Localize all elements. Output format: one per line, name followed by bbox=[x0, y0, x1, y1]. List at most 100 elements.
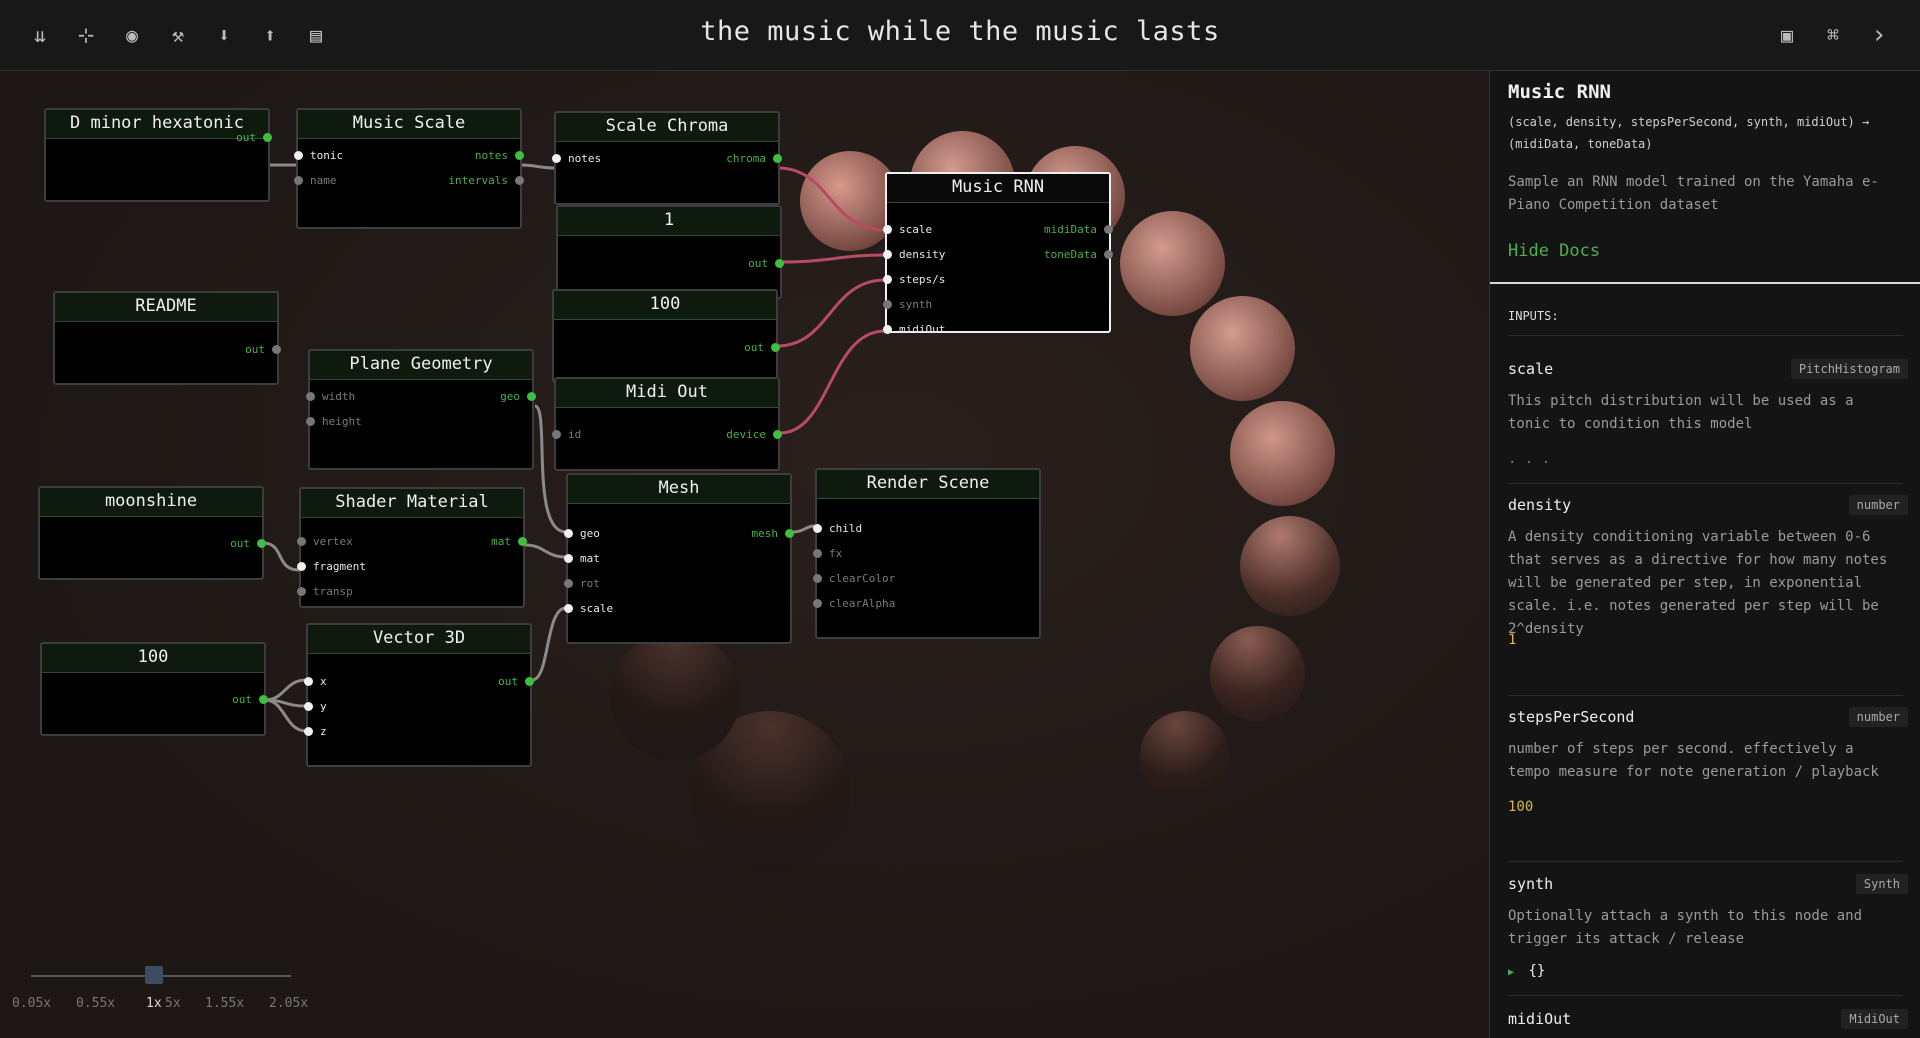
port-dot[interactable] bbox=[883, 275, 892, 284]
port-out[interactable]: toneData bbox=[1044, 248, 1113, 262]
port-in[interactable]: synth bbox=[883, 298, 932, 312]
node-readme[interactable]: README out bbox=[53, 291, 281, 385]
zoom-slider-handle[interactable] bbox=[145, 966, 163, 984]
param-value-object[interactable]: ▶ {} bbox=[1508, 963, 1908, 979]
port-dot[interactable] bbox=[773, 154, 782, 163]
port-out[interactable]: device bbox=[726, 428, 782, 442]
port-in[interactable]: scale bbox=[883, 223, 932, 237]
port-dot[interactable] bbox=[771, 343, 780, 352]
port-dot[interactable] bbox=[294, 151, 303, 160]
node-number-1[interactable]: 1 out bbox=[556, 205, 784, 299]
port-dot[interactable] bbox=[1104, 225, 1113, 234]
node-shader-material[interactable]: Shader Material vertex fragment transp m… bbox=[297, 487, 527, 608]
port-dot[interactable] bbox=[813, 524, 822, 533]
panel-icon[interactable]: ▣ bbox=[1772, 20, 1802, 50]
port-in[interactable]: tonic bbox=[294, 149, 343, 163]
zoom-label[interactable]: 5x bbox=[165, 996, 181, 1011]
port-dot[interactable] bbox=[552, 430, 561, 439]
node-d-minor-hexatonic[interactable]: D minor hexatonic out bbox=[44, 108, 272, 202]
port-dot[interactable] bbox=[813, 599, 822, 608]
node-music-rnn[interactable]: Music RNN scale density steps/s synth mi… bbox=[883, 172, 1113, 336]
port-dot[interactable] bbox=[304, 677, 313, 686]
zoom-label[interactable]: 2.05x bbox=[269, 996, 308, 1011]
port-out[interactable]: out bbox=[236, 131, 272, 145]
port-dot[interactable] bbox=[263, 133, 272, 142]
port-dot[interactable] bbox=[813, 549, 822, 558]
port-dot[interactable] bbox=[773, 430, 782, 439]
port-dot[interactable] bbox=[297, 562, 306, 571]
zoom-label-current[interactable]: 1x bbox=[146, 996, 162, 1011]
expand-triangle-icon[interactable]: ▶ bbox=[1508, 967, 1514, 978]
port-in[interactable]: clearColor bbox=[813, 572, 895, 586]
port-dot[interactable] bbox=[304, 702, 313, 711]
port-dot[interactable] bbox=[564, 579, 573, 588]
port-dot[interactable] bbox=[306, 392, 315, 401]
port-dot[interactable] bbox=[272, 345, 281, 354]
port-in[interactable]: clearAlpha bbox=[813, 597, 895, 611]
port-out[interactable]: midiData bbox=[1044, 223, 1113, 237]
port-in[interactable]: mat bbox=[564, 552, 600, 566]
port-dot[interactable] bbox=[297, 537, 306, 546]
port-dot[interactable] bbox=[297, 587, 306, 596]
port-out[interactable]: out bbox=[230, 537, 266, 551]
port-dot[interactable] bbox=[515, 176, 524, 185]
port-in[interactable]: y bbox=[304, 700, 327, 714]
port-out[interactable]: notes bbox=[475, 149, 524, 163]
port-dot[interactable] bbox=[525, 677, 534, 686]
port-out[interactable]: intervals bbox=[448, 174, 524, 188]
node-number-100[interactable]: 100 out bbox=[40, 642, 268, 736]
port-dot[interactable] bbox=[883, 250, 892, 259]
port-in[interactable]: fx bbox=[813, 547, 842, 561]
port-out[interactable]: mesh bbox=[752, 527, 794, 541]
port-in[interactable]: id bbox=[552, 428, 581, 442]
node-moonshine[interactable]: moonshine out bbox=[38, 486, 266, 580]
node-number-100[interactable]: 100 out bbox=[552, 289, 780, 383]
port-dot[interactable] bbox=[775, 259, 784, 268]
port-in[interactable]: child bbox=[813, 522, 862, 536]
command-icon[interactable]: ⌘ bbox=[1818, 20, 1848, 50]
port-out[interactable]: out bbox=[748, 257, 784, 271]
port-dot[interactable] bbox=[564, 529, 573, 538]
port-in[interactable]: density bbox=[883, 248, 945, 262]
port-dot[interactable] bbox=[1104, 250, 1113, 259]
port-in[interactable]: scale bbox=[564, 602, 613, 616]
zoom-label[interactable]: 0.05x bbox=[12, 996, 51, 1011]
port-out[interactable]: geo bbox=[500, 390, 536, 404]
port-in[interactable]: rot bbox=[564, 577, 600, 591]
port-in[interactable]: width bbox=[306, 390, 355, 404]
port-out[interactable]: chroma bbox=[726, 152, 782, 166]
node-midi-out[interactable]: Midi Out id device bbox=[552, 377, 782, 471]
port-in[interactable]: transp bbox=[297, 585, 353, 599]
port-out[interactable]: mat bbox=[491, 535, 527, 549]
port-dot[interactable] bbox=[813, 574, 822, 583]
port-dot[interactable] bbox=[883, 225, 892, 234]
node-render-scene[interactable]: Render Scene child fx clearColor clearAl… bbox=[813, 468, 1041, 639]
node-plane-geometry[interactable]: Plane Geometry width height geo bbox=[306, 349, 536, 470]
port-out[interactable]: out bbox=[498, 675, 534, 689]
node-scale-chroma[interactable]: Scale Chroma notes chroma bbox=[552, 111, 782, 205]
port-dot[interactable] bbox=[257, 539, 266, 548]
port-dot[interactable] bbox=[518, 537, 527, 546]
zoom-label[interactable]: 0.55x bbox=[76, 996, 115, 1011]
port-out[interactable]: out bbox=[232, 693, 268, 707]
node-music-scale[interactable]: Music Scale tonic name notes intervals bbox=[294, 108, 524, 229]
port-in[interactable]: height bbox=[306, 415, 362, 429]
port-in[interactable]: geo bbox=[564, 527, 600, 541]
port-in[interactable]: name bbox=[294, 174, 337, 188]
port-dot[interactable] bbox=[883, 325, 892, 334]
hide-docs-link[interactable]: Hide Docs bbox=[1508, 241, 1908, 261]
port-dot[interactable] bbox=[552, 154, 561, 163]
port-dot[interactable] bbox=[259, 695, 268, 704]
port-out[interactable]: out bbox=[744, 341, 780, 355]
param-value-expand[interactable]: . . . bbox=[1508, 451, 1908, 467]
zoom-label[interactable]: 1.55x bbox=[205, 996, 244, 1011]
port-dot[interactable] bbox=[883, 300, 892, 309]
port-dot[interactable] bbox=[527, 392, 536, 401]
port-in[interactable]: vertex bbox=[297, 535, 353, 549]
graph-canvas[interactable]: D minor hexatonic out Music Scale tonic … bbox=[0, 71, 1488, 1038]
port-dot[interactable] bbox=[304, 727, 313, 736]
port-in[interactable]: fragment bbox=[297, 560, 366, 574]
port-dot[interactable] bbox=[564, 554, 573, 563]
node-mesh[interactable]: Mesh geo mat rot scale mesh bbox=[564, 473, 794, 644]
port-in[interactable]: z bbox=[304, 725, 327, 739]
